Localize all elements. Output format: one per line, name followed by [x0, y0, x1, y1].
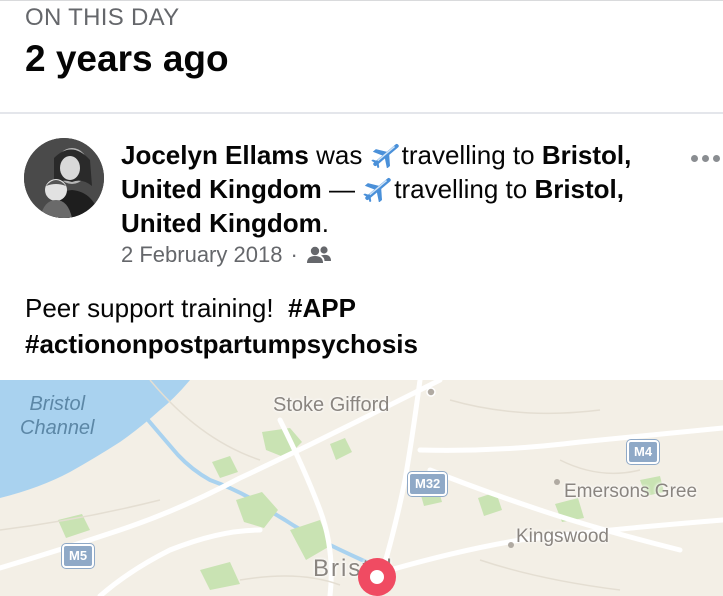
headline-activity-1: travelling to [401, 140, 535, 170]
road-shield-m4: M4 [627, 440, 660, 464]
friends-icon[interactable] [306, 245, 332, 265]
airplane-icon [362, 176, 394, 203]
road-shield-m5: M5 [62, 544, 95, 568]
location-map[interactable]: Bristol Channel Stoke Gifford Emersons G… [0, 380, 723, 596]
post-date[interactable]: 2 February 2018 [121, 242, 282, 268]
place-label-stoke-gifford: Stoke Gifford [273, 394, 390, 416]
more-dot [691, 154, 698, 162]
post-headline: Jocelyn Ellams was travelling to Bristol… [121, 138, 681, 240]
hashtag-link[interactable]: #APP [288, 293, 356, 323]
top-divider [0, 0, 723, 1]
post-text: Peer support training! [25, 293, 274, 323]
post-meta: 2 February 2018 · [121, 242, 332, 268]
location-pin-icon[interactable] [358, 558, 396, 596]
place-label-kingswood: Kingswood [516, 526, 609, 547]
avatar[interactable] [24, 138, 104, 218]
author-name[interactable]: Jocelyn Ellams [121, 140, 309, 170]
water-label-line1: Bristol [29, 393, 86, 415]
meta-separator: · [290, 242, 298, 267]
headline-activity-2: travelling to [394, 174, 528, 204]
headline-dash: — [329, 174, 355, 204]
more-options-button[interactable] [691, 152, 723, 164]
place-label-emersons-green: Emersons Gree [564, 481, 698, 502]
more-dot [713, 154, 720, 162]
headline-was: was [316, 140, 363, 170]
memory-title: 2 years ago [25, 38, 229, 79]
memory-section-label: ON THIS DAY [25, 4, 180, 31]
water-label: Bristol Channel [20, 392, 95, 440]
hashtag-link[interactable]: #actiononpostpartumpsychosis [25, 329, 418, 359]
header-divider [0, 112, 723, 114]
road-shield-m32: M32 [408, 472, 448, 496]
more-dot [702, 154, 709, 162]
headline-period: . [321, 208, 329, 238]
post-body: Peer support training! #APP #actiononpos… [25, 290, 705, 362]
airplane-icon [370, 142, 402, 169]
water-label-line2: Channel [20, 417, 95, 439]
